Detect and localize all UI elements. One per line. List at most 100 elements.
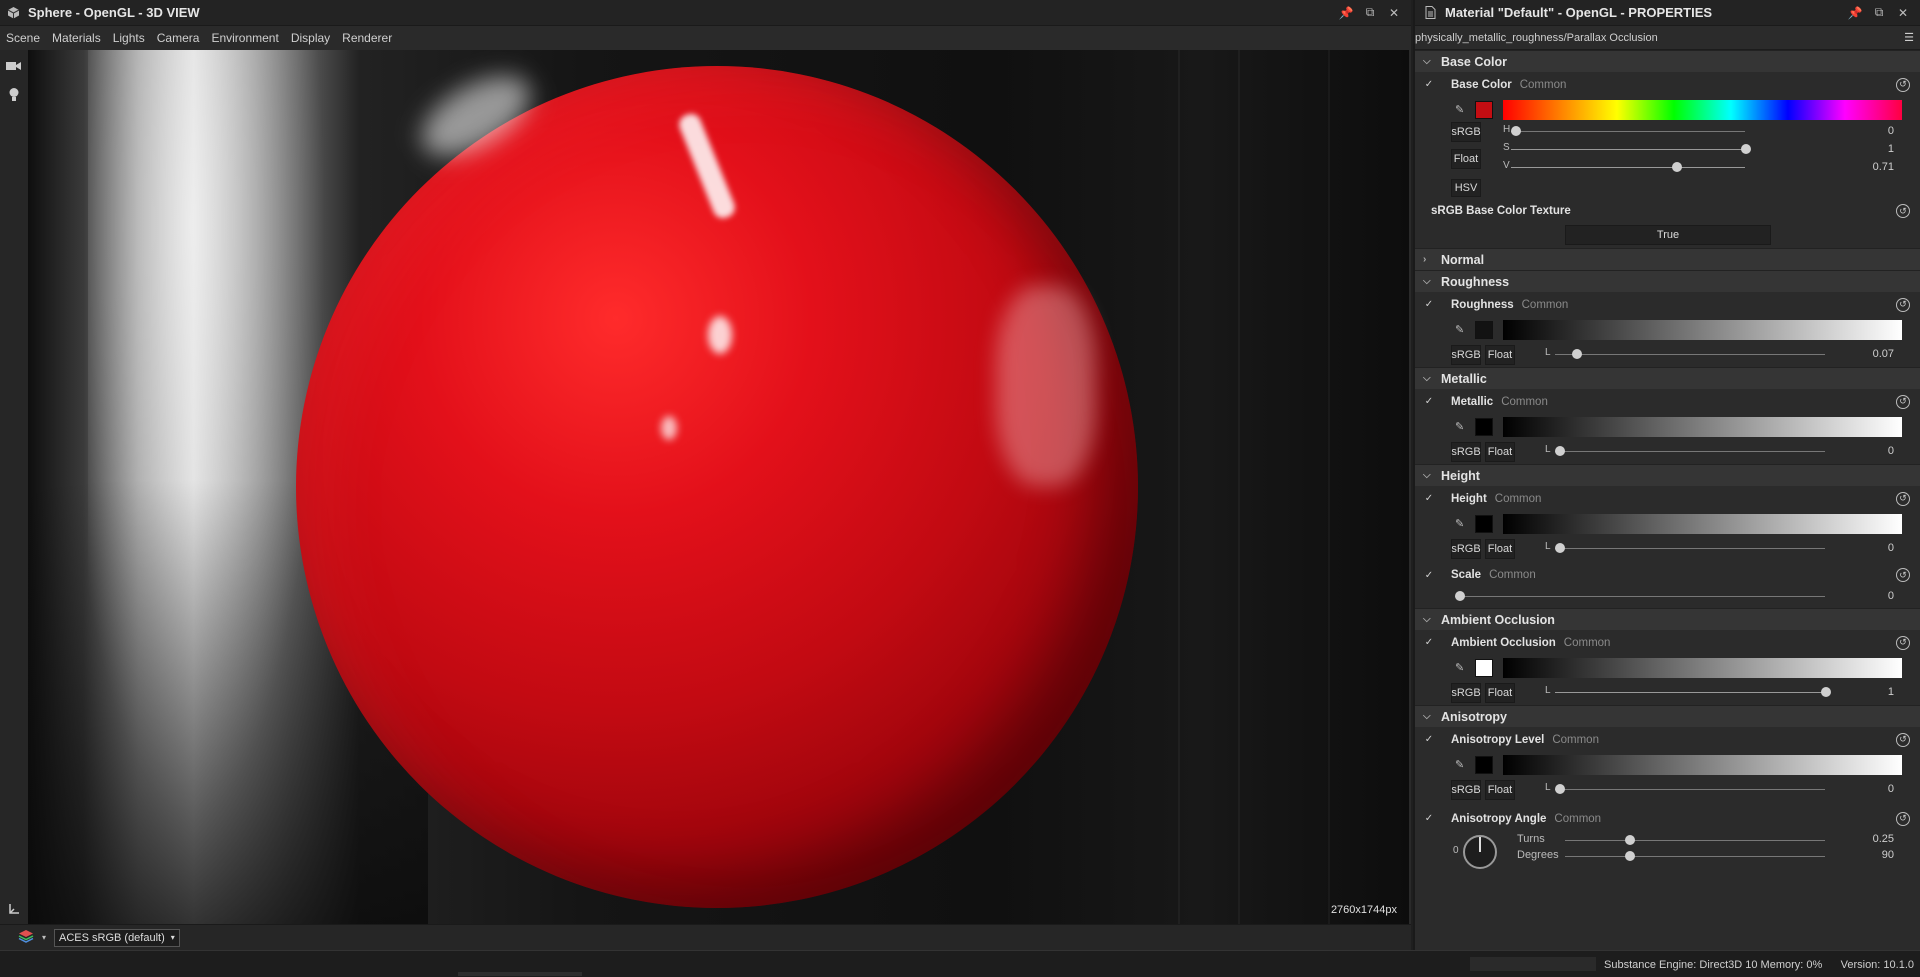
- 3d-viewport[interactable]: 2760x1744px: [28, 50, 1409, 924]
- menu-camera[interactable]: Camera: [157, 31, 200, 45]
- grayscale-gradient-bar[interactable]: [1503, 416, 1902, 437]
- grayscale-gradient-bar[interactable]: [1503, 513, 1902, 534]
- colorspace-dropdown[interactable]: ACES sRGB (default) ▾: [54, 928, 180, 947]
- height-slider-track[interactable]: [1555, 548, 1825, 549]
- light-bulb-icon[interactable]: [0, 82, 28, 106]
- eyedropper-icon[interactable]: ✎: [1455, 758, 1464, 771]
- reset-icon[interactable]: ↺: [1896, 297, 1910, 312]
- eyedropper-icon[interactable]: ✎: [1455, 661, 1464, 674]
- menu-lights[interactable]: Lights: [113, 31, 145, 45]
- reset-icon[interactable]: ↺: [1896, 77, 1910, 92]
- h-slider-track[interactable]: [1511, 131, 1745, 132]
- hamburger-menu-icon[interactable]: ☰: [1904, 31, 1914, 44]
- height-swatch[interactable]: [1475, 514, 1493, 533]
- ao-slider-track[interactable]: [1555, 692, 1825, 693]
- hue-gradient-bar[interactable]: [1503, 99, 1902, 120]
- float-button[interactable]: Float: [1485, 344, 1515, 365]
- height-slider-knob[interactable]: [1555, 543, 1565, 553]
- menu-materials[interactable]: Materials: [52, 31, 101, 45]
- turns-slider-track[interactable]: [1565, 840, 1825, 841]
- roughness-swatch[interactable]: [1475, 320, 1493, 339]
- h-slider-knob[interactable]: [1511, 126, 1521, 136]
- checkmark-icon[interactable]: ✓: [1423, 813, 1435, 825]
- checkmark-icon[interactable]: ✓: [1423, 493, 1435, 505]
- section-roughness[interactable]: ⌵ Roughness: [1415, 270, 1920, 292]
- reset-icon[interactable]: ↺: [1896, 732, 1910, 747]
- roughness-slider-knob[interactable]: [1572, 349, 1582, 359]
- texture-toggle-button[interactable]: True: [1565, 225, 1771, 245]
- eyedropper-icon[interactable]: ✎: [1455, 420, 1464, 433]
- close-icon[interactable]: ✕: [1896, 6, 1910, 20]
- srgb-button[interactable]: sRGB: [1451, 779, 1481, 800]
- section-base-color[interactable]: ⌵ Base Color: [1415, 50, 1920, 72]
- checkmark-icon[interactable]: ✓: [1423, 299, 1435, 311]
- section-height[interactable]: ⌵ Height: [1415, 464, 1920, 486]
- srgb-button[interactable]: sRGB: [1451, 538, 1481, 559]
- reset-icon[interactable]: ↺: [1896, 204, 1910, 218]
- maximize-icon[interactable]: ⧉: [1872, 5, 1886, 20]
- eyedropper-icon[interactable]: ✎: [1455, 323, 1464, 336]
- float-button[interactable]: Float: [1485, 441, 1515, 462]
- grayscale-gradient-bar[interactable]: [1503, 319, 1902, 340]
- degrees-slider-track[interactable]: [1565, 856, 1825, 857]
- ao-swatch[interactable]: [1475, 658, 1493, 677]
- metallic-swatch[interactable]: [1475, 417, 1493, 436]
- section-metallic[interactable]: ⌵ Metallic: [1415, 367, 1920, 389]
- red-sphere-mesh[interactable]: [296, 60, 1138, 908]
- base-color-swatch[interactable]: [1475, 100, 1493, 119]
- chevron-down-icon[interactable]: ▾: [40, 931, 48, 945]
- s-slider-track[interactable]: [1511, 149, 1745, 150]
- checkmark-icon[interactable]: ✓: [1423, 396, 1435, 408]
- s-slider-knob[interactable]: [1741, 144, 1751, 154]
- axis-gizmo-icon[interactable]: [0, 897, 28, 921]
- srgb-button[interactable]: sRGB: [1451, 122, 1481, 142]
- checkmark-icon[interactable]: ✓: [1423, 79, 1435, 91]
- section-anisotropy[interactable]: ⌵ Anisotropy: [1415, 705, 1920, 727]
- section-normal[interactable]: › Normal: [1415, 248, 1920, 270]
- anisotropy-swatch[interactable]: [1475, 755, 1493, 774]
- srgb-button[interactable]: sRGB: [1451, 441, 1481, 462]
- degrees-slider-knob[interactable]: [1625, 851, 1635, 861]
- metallic-slider-knob[interactable]: [1555, 446, 1565, 456]
- reset-icon[interactable]: ↺: [1896, 568, 1910, 582]
- float-button[interactable]: Float: [1485, 538, 1515, 559]
- angle-dial-icon[interactable]: [1461, 833, 1499, 874]
- ao-slider-knob[interactable]: [1821, 687, 1831, 697]
- anisotropy-slider-track[interactable]: [1555, 789, 1825, 790]
- reset-icon[interactable]: ↺: [1896, 635, 1910, 650]
- checkmark-icon[interactable]: ✓: [1423, 569, 1435, 581]
- scale-slider-track[interactable]: [1455, 596, 1825, 597]
- section-ambient-occlusion[interactable]: ⌵ Ambient Occlusion: [1415, 608, 1920, 630]
- close-icon[interactable]: ✕: [1387, 6, 1401, 20]
- roughness-slider-track[interactable]: [1555, 354, 1825, 355]
- pin-icon[interactable]: 📌: [1848, 6, 1863, 20]
- menu-renderer[interactable]: Renderer: [342, 31, 392, 45]
- float-button[interactable]: Float: [1485, 682, 1515, 703]
- float-button[interactable]: Float: [1485, 779, 1515, 800]
- menu-environment[interactable]: Environment: [211, 31, 278, 45]
- checkmark-icon[interactable]: ✓: [1423, 734, 1435, 746]
- turns-slider-knob[interactable]: [1625, 835, 1635, 845]
- camera-icon[interactable]: [0, 54, 28, 78]
- v-slider-knob[interactable]: [1672, 162, 1682, 172]
- menu-display[interactable]: Display: [291, 31, 330, 45]
- float-button[interactable]: Float: [1451, 149, 1481, 169]
- maximize-icon[interactable]: ⧉: [1363, 5, 1377, 20]
- reset-icon[interactable]: ↺: [1896, 811, 1910, 826]
- srgb-button[interactable]: sRGB: [1451, 344, 1481, 365]
- srgb-button[interactable]: sRGB: [1451, 682, 1481, 703]
- pin-icon[interactable]: 📌: [1339, 6, 1354, 20]
- reset-icon[interactable]: ↺: [1896, 491, 1910, 506]
- grayscale-gradient-bar[interactable]: [1503, 754, 1902, 775]
- eyedropper-icon[interactable]: ✎: [1455, 517, 1464, 530]
- menu-scene[interactable]: Scene: [6, 31, 40, 45]
- metallic-slider-track[interactable]: [1555, 451, 1825, 452]
- grayscale-gradient-bar[interactable]: [1503, 657, 1902, 678]
- anisotropy-slider-knob[interactable]: [1555, 784, 1565, 794]
- hsv-button[interactable]: HSV: [1451, 179, 1481, 197]
- layers-icon[interactable]: [18, 929, 34, 946]
- scale-slider-knob[interactable]: [1455, 591, 1465, 601]
- eyedropper-icon[interactable]: ✎: [1455, 103, 1464, 116]
- v-slider-track[interactable]: [1511, 167, 1745, 168]
- checkmark-icon[interactable]: ✓: [1423, 637, 1435, 649]
